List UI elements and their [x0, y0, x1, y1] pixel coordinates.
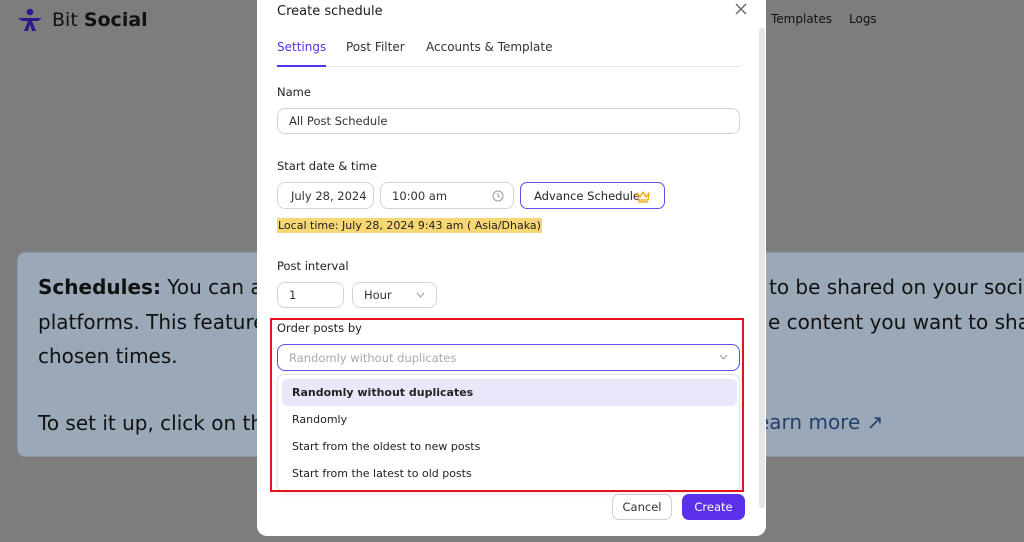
- tab-settings[interactable]: Settings: [277, 40, 327, 67]
- create-button[interactable]: Create: [682, 494, 745, 520]
- info-line-1b: to be shared on your socia: [769, 275, 1024, 299]
- nav-logs[interactable]: Logs: [849, 12, 877, 26]
- name-input-value: All Post Schedule: [289, 114, 388, 128]
- info-line-2a: platforms. This feature: [38, 310, 266, 334]
- crown-icon: [636, 191, 650, 203]
- info-line-1a: Schedules: You can au: [38, 275, 276, 299]
- learn-more-link[interactable]: earn more ↗: [757, 410, 883, 434]
- interval-unit-value: Hour: [364, 288, 392, 302]
- bit-social-logo-icon: [18, 8, 42, 31]
- name-label: Name: [277, 85, 311, 99]
- cancel-button[interactable]: Cancel: [612, 494, 672, 520]
- name-input[interactable]: All Post Schedule: [277, 108, 740, 134]
- info-line-3: chosen times.: [38, 344, 178, 368]
- brand-logo[interactable]: Bit Social: [16, 7, 148, 33]
- date-input[interactable]: July 28, 2024: [277, 182, 374, 209]
- tab-post-filter[interactable]: Post Filter: [346, 40, 405, 67]
- date-input-value: July 28, 2024: [291, 188, 367, 203]
- advance-schedule-label: Advance Schedule: [534, 188, 641, 203]
- highlight-box: [270, 318, 744, 492]
- tab-accounts-template[interactable]: Accounts & Template: [426, 40, 552, 67]
- time-input[interactable]: 10:00 am: [380, 182, 514, 209]
- modal-tabs: Settings Post Filter Accounts & Template: [277, 40, 740, 67]
- chevron-down-icon: [416, 292, 425, 298]
- nav-templates[interactable]: Templates: [771, 12, 832, 26]
- clock-icon: [492, 190, 504, 202]
- start-date-label: Start date & time: [277, 159, 377, 173]
- modal-scrollbar[interactable]: [759, 28, 765, 508]
- advance-schedule-button[interactable]: Advance Schedule: [520, 182, 665, 209]
- info-line-2b: e content you want to share: [768, 310, 1024, 334]
- interval-input-value: 1: [289, 288, 297, 302]
- modal-title: Create schedule: [277, 4, 383, 19]
- post-interval-label: Post interval: [277, 259, 349, 273]
- brand-name: Bit Social: [52, 9, 148, 31]
- local-time-note: Local time: July 28, 2024 9:43 am ( Asia…: [277, 218, 542, 233]
- interval-unit-select[interactable]: Hour: [352, 282, 437, 308]
- info-line-4: To set it up, click on the: [38, 411, 276, 435]
- time-input-value: 10:00 am: [392, 188, 448, 203]
- interval-input[interactable]: 1: [277, 282, 344, 308]
- close-icon[interactable]: [733, 1, 749, 17]
